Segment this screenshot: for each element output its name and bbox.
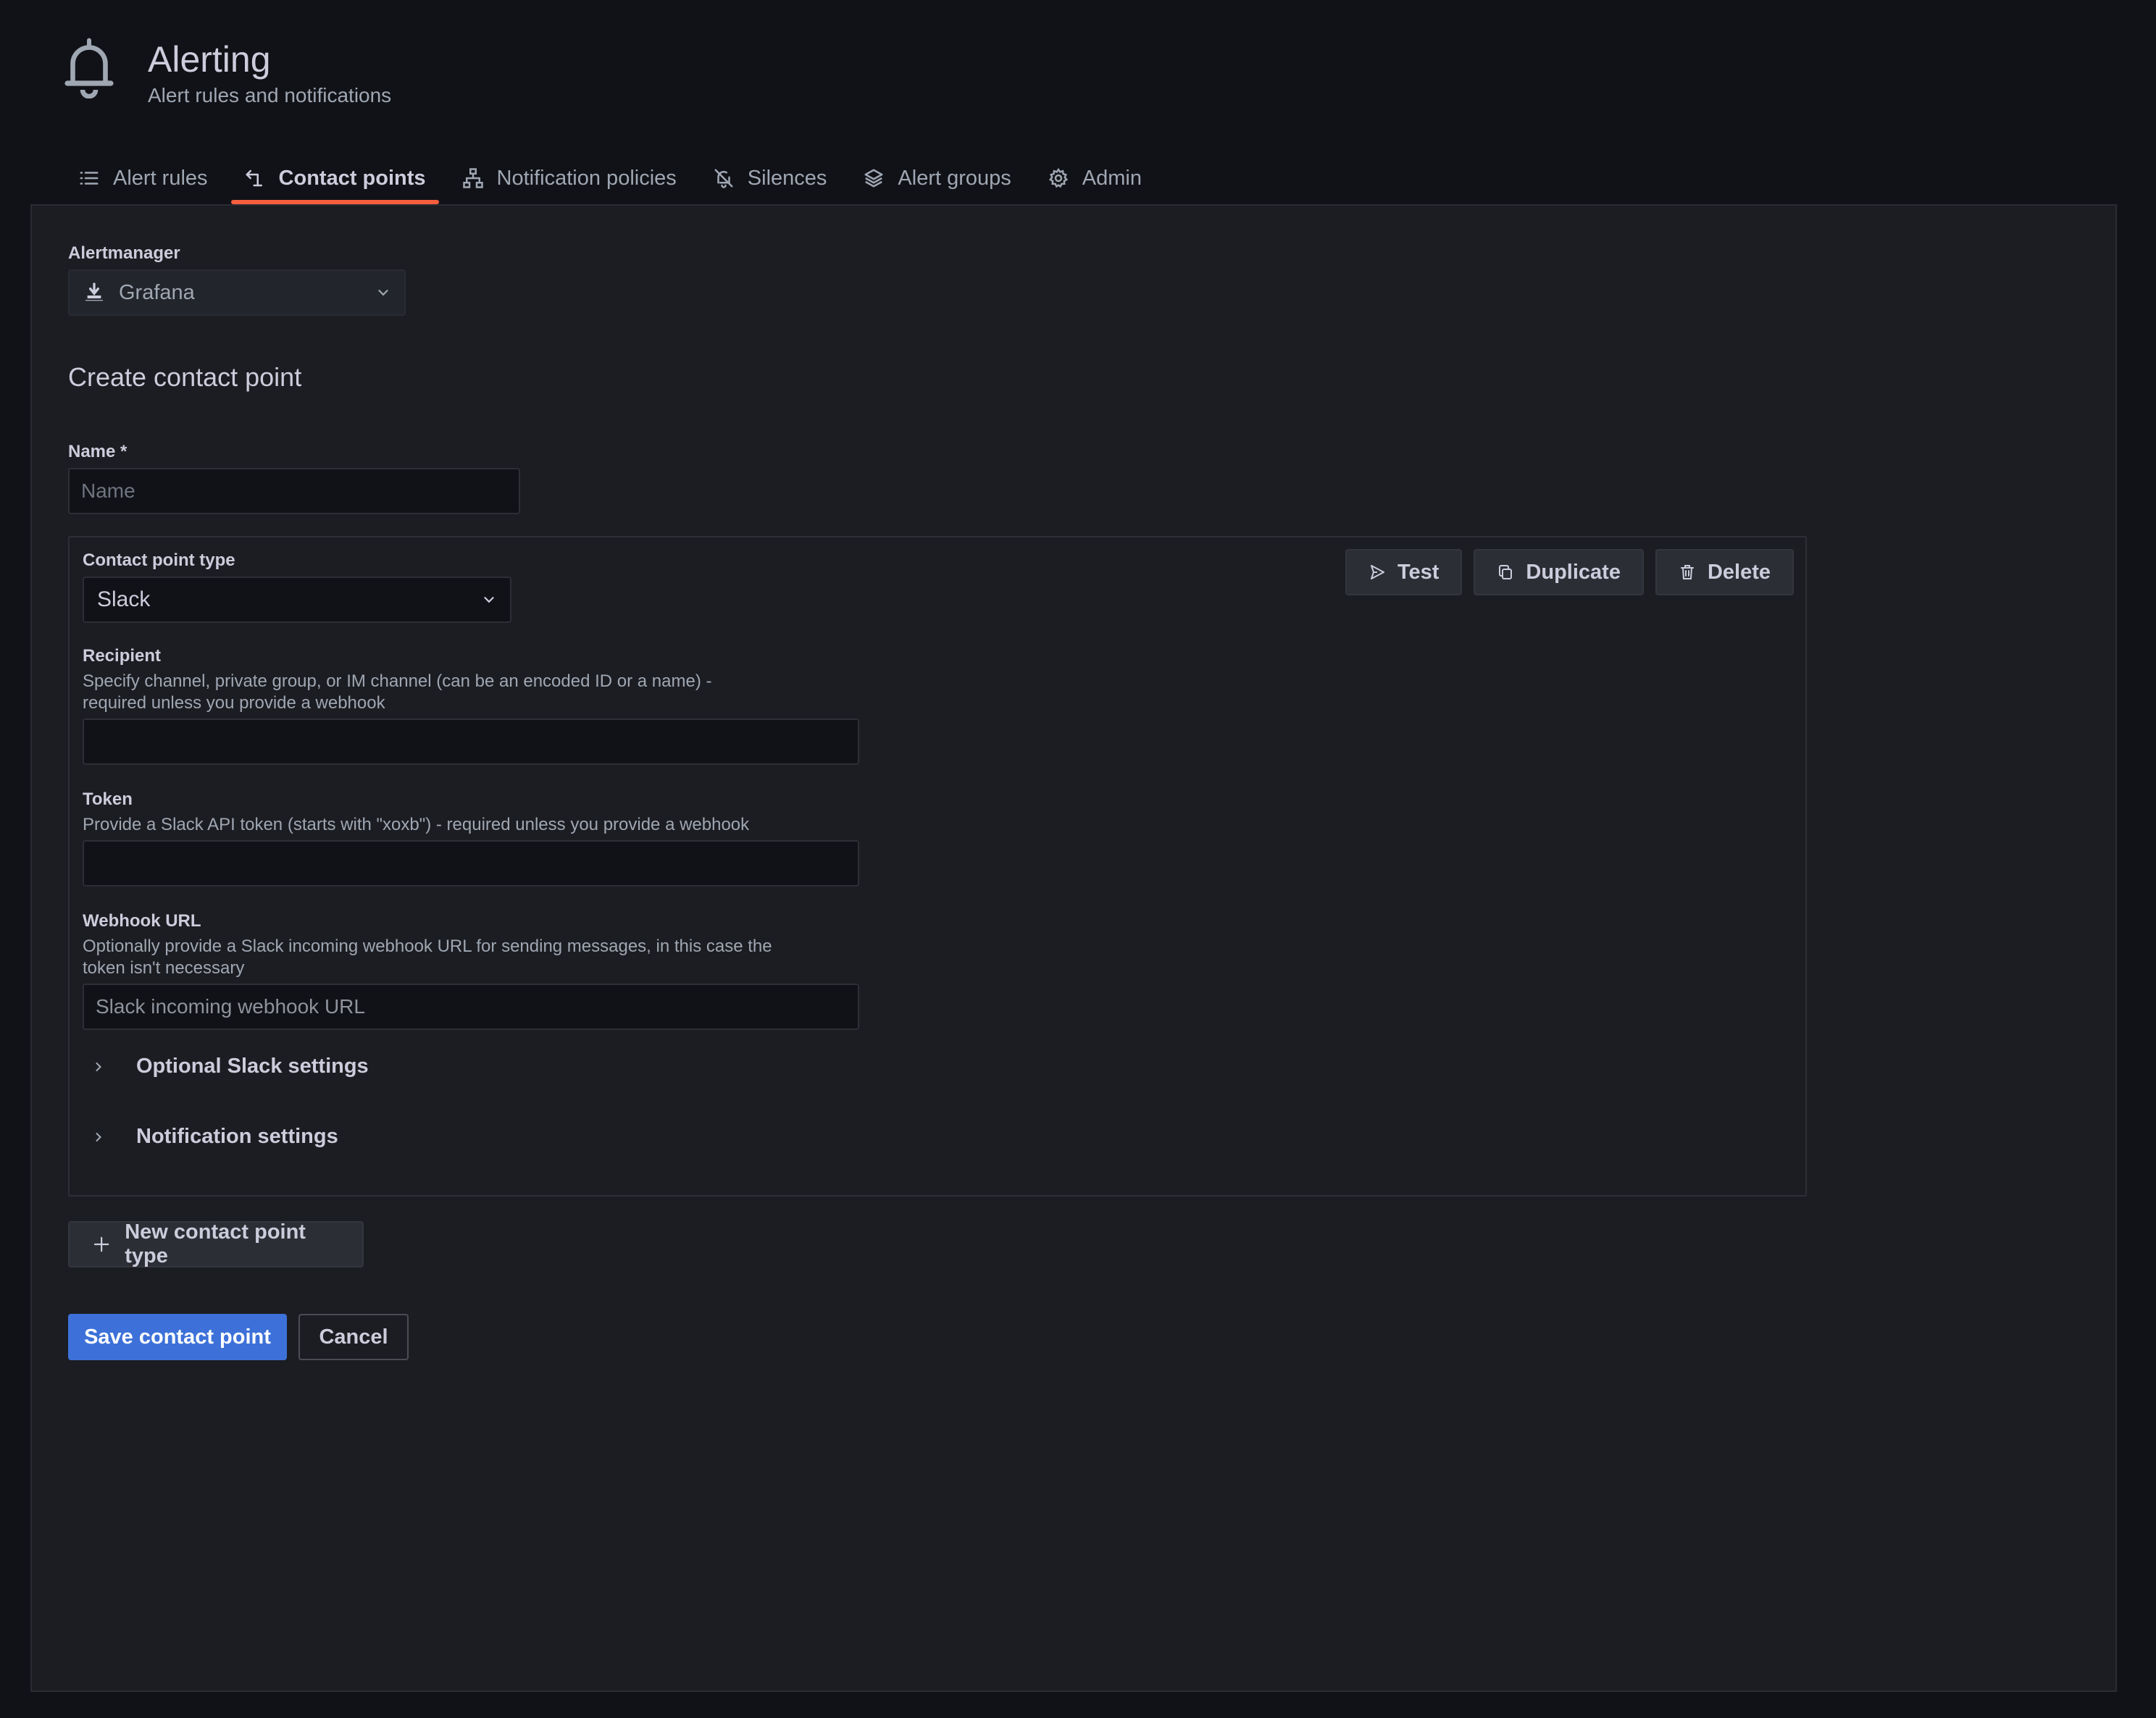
test-button-label: Test [1397,560,1440,584]
optional-slack-settings-label: Optional Slack settings [136,1055,369,1078]
cog-icon [1048,167,1068,188]
name-input[interactable] [68,468,520,514]
chevron-right-icon [96,1062,101,1071]
token-input[interactable] [83,840,859,887]
webhook-url-label: Webhook URL [83,911,201,931]
page-subtitle: Alert rules and notifications [148,84,392,106]
duplicate-button-label: Duplicate [1526,560,1621,584]
tab-label: Alert rules [113,166,208,190]
new-contact-point-type-button[interactable]: New contact point type [68,1220,364,1267]
copy-icon [1499,565,1513,579]
alertmanager-select[interactable]: Grafana [68,269,406,316]
tab-admin[interactable]: Admin [1035,152,1155,204]
tab-label: Contact points [278,166,426,190]
tab-alert-groups[interactable]: Alert groups [850,152,1024,204]
plus-icon [93,1236,109,1252]
notification-settings-label: Notification settings [136,1125,338,1148]
alertmanager-label: Alertmanager [68,243,180,263]
integration-actions: Test Duplicate Delete [1345,549,1794,595]
main-panel: Alertmanager Grafana Create contact poin… [30,204,2117,1692]
page-title: Alerting [148,39,271,80]
new-contact-point-type-label: New contact point type [125,1220,306,1267]
contact-points-icon [246,169,262,187]
tab-alert-rules[interactable]: Alert rules [65,152,221,204]
contact-point-type-select[interactable]: Slack [83,577,511,623]
contact-point-type-section: Contact point type Slack Test Duplicate [68,536,1807,1197]
form-title: Create contact point [68,362,302,392]
delete-button-label: Delete [1707,560,1771,584]
recipient-label: Recipient [83,646,162,666]
recipient-input[interactable] [83,718,859,765]
tab-contact-points[interactable]: Contact points [230,152,439,204]
test-button[interactable]: Test [1345,549,1463,595]
token-description: Provide a Slack API token (starts with "… [83,815,750,834]
tab-silences[interactable]: Silences [700,152,840,204]
webhook-url-description: Optionally provide a Slack incoming webh… [83,936,772,978]
page-header: Alerting Alert rules and notifications [62,38,391,107]
chevron-down-icon [378,290,388,296]
contact-point-type-label: Contact point type [83,550,235,570]
delete-button[interactable]: Delete [1655,549,1794,595]
contact-point-type-selected: Slack [97,587,151,611]
chevron-right-icon [96,1132,101,1141]
duplicate-button[interactable]: Duplicate [1474,549,1644,595]
list-icon [80,172,99,185]
tab-label: Admin [1082,166,1142,190]
name-label: Name * [68,442,128,461]
tab-notification-policies[interactable]: Notification policies [449,152,690,204]
alertmanager-selected: Grafana [119,280,195,304]
recipient-description: Specify channel, private group, or IM ch… [83,671,712,713]
tab-bar: Alert rules Contact points Notification … [65,152,1155,204]
alertmanager-logo-icon [85,282,103,301]
chevron-down-icon [484,597,494,603]
bell-slash-icon [714,169,733,188]
tab-label: Notification policies [496,166,677,190]
send-icon [1370,565,1384,579]
tab-label: Silences [747,166,827,190]
bell-icon [64,38,114,99]
cancel-button[interactable]: Cancel [298,1314,409,1360]
save-contact-point-button[interactable]: Save contact point [68,1314,287,1360]
optional-slack-settings-toggle[interactable]: Optional Slack settings [91,1055,369,1078]
notification-settings-toggle[interactable]: Notification settings [91,1125,338,1149]
trash-icon [1680,565,1694,579]
sitemap-icon [462,168,483,188]
tab-label: Alert groups [898,166,1011,190]
webhook-url-input[interactable] [83,984,859,1030]
token-label: Token [83,789,133,809]
layer-group-icon [864,169,883,188]
